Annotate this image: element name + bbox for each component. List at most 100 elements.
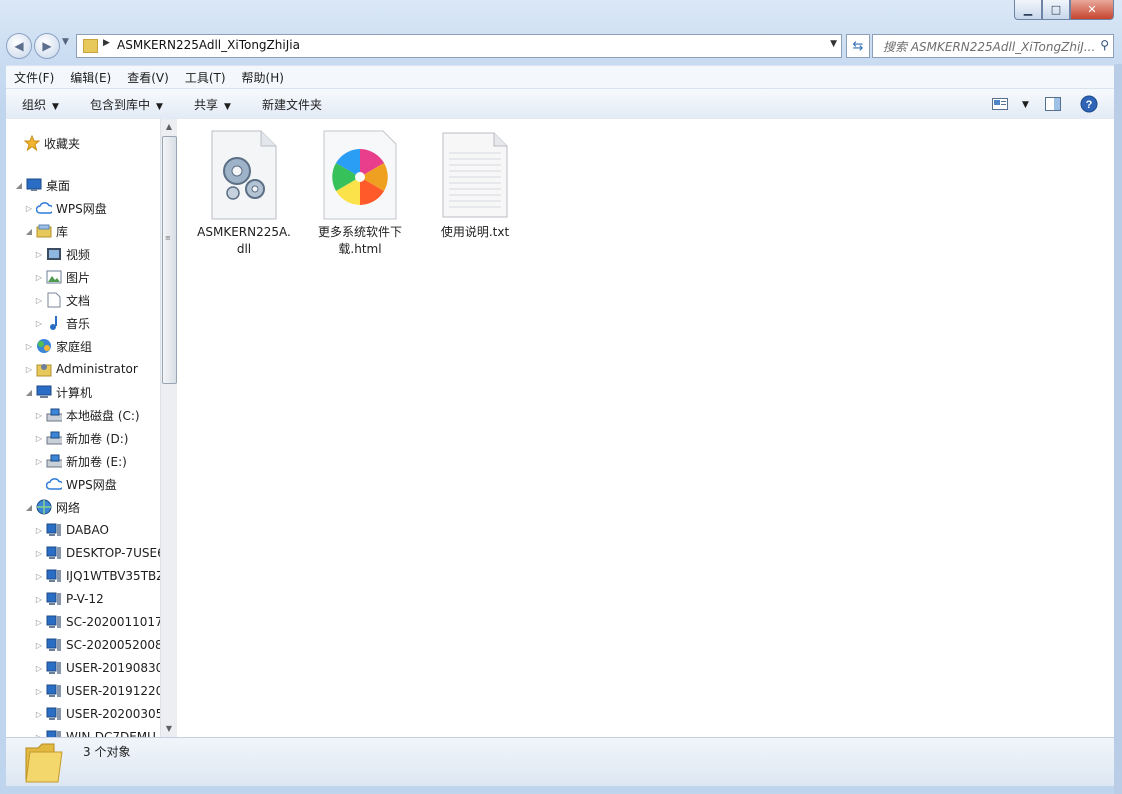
nav-item[interactable]: ▷ 家庭组 [24, 336, 92, 356]
star-icon [24, 135, 40, 151]
address-dropdown-icon[interactable]: ▼ [830, 39, 837, 49]
menu-file[interactable]: 文件(F) [6, 69, 62, 86]
menu-edit[interactable]: 编辑(E) [62, 69, 119, 86]
nav-item[interactable]: ▷ IJQ1WTBV35TBZ [34, 566, 160, 586]
back-button[interactable]: ◀ [6, 33, 32, 59]
nav-item-label: 音乐 [66, 316, 91, 331]
nav-item[interactable]: WPS网盘 [34, 474, 117, 494]
nav-scrollbar[interactable]: ▲ ≡ ▼ [160, 119, 177, 737]
file-list: ASMKERN225A. dll 更多系统软件下 载.html 使用说明.txt [177, 119, 1114, 737]
view-dropdown[interactable]: ▼ [1016, 96, 1029, 110]
command-bar: 组织 ▼ 包含到库中 ▼ 共享 ▼ 新建文件夹 ▼ ? [6, 88, 1114, 120]
expand-arrow-icon[interactable]: ▷ [34, 457, 44, 466]
nav-item[interactable]: ▷ WPS网盘 [24, 198, 107, 218]
nav-item-label: 视频 [66, 247, 91, 262]
expand-arrow-icon[interactable]: ▷ [34, 687, 44, 696]
expand-arrow-icon[interactable]: ▷ [34, 411, 44, 420]
file-item-dll[interactable]: ASMKERN225A. dll [189, 129, 299, 258]
expand-arrow-icon[interactable]: ▷ [34, 273, 44, 282]
expand-arrow-icon[interactable]: ▷ [34, 434, 44, 443]
file-item-txt[interactable]: 使用说明.txt [420, 129, 530, 241]
folder-icon [83, 39, 98, 53]
nav-item[interactable]: ▷ 新加卷 (E:) [34, 451, 127, 471]
expand-arrow-icon[interactable]: ▷ [34, 526, 44, 535]
preview-pane-button[interactable] [1043, 95, 1063, 113]
arrow-right-icon: ▶ [42, 39, 52, 53]
nav-item-label: SC-20200520083 [66, 638, 160, 652]
expand-arrow-icon[interactable]: ▷ [34, 710, 44, 719]
window-edge [1114, 64, 1122, 794]
nav-item[interactable]: ▷ 文档 [34, 290, 90, 310]
menu-view[interactable]: 查看(V) [119, 69, 177, 86]
nav-item[interactable]: ▷ USER-20191220I [34, 681, 160, 701]
nav-item[interactable]: ▷ USER-20200305I [34, 704, 160, 724]
organize-button[interactable]: 组织 ▼ [22, 96, 59, 113]
expand-arrow-icon[interactable]: ▷ [34, 296, 44, 305]
nav-item[interactable]: ▷ P-V-12 [34, 589, 104, 609]
cloud-icon [36, 200, 52, 216]
pc-icon [46, 729, 62, 737]
nav-item[interactable]: ▷ DABAO [34, 520, 109, 540]
recent-pages-dropdown[interactable]: ▼ [62, 37, 69, 47]
nav-item[interactable]: ▷ DESKTOP-7USE6 [34, 543, 160, 563]
help-button[interactable]: ? [1079, 95, 1099, 113]
menu-tools[interactable]: 工具(T) [177, 69, 234, 86]
breadcrumb-chevron-icon[interactable]: ▶ [103, 38, 110, 48]
expand-arrow-icon[interactable]: ◢ [24, 388, 34, 397]
expand-arrow-icon[interactable]: ▷ [34, 664, 44, 673]
minimize-button[interactable]: ▁ [1014, 0, 1042, 20]
scroll-up-icon[interactable]: ▲ [161, 119, 177, 135]
include-in-library-button[interactable]: 包含到库中 ▼ [90, 96, 163, 113]
search-input[interactable]: 搜索 ASMKERN225Adll_XiTongZhiJ... ⚲ [872, 34, 1114, 58]
nav-item[interactable]: ◢ 桌面 [14, 175, 70, 195]
nav-item[interactable]: ▷ 图片 [34, 267, 90, 287]
expand-arrow-icon[interactable]: ▷ [34, 618, 44, 627]
expand-arrow-icon[interactable]: ▷ [34, 641, 44, 650]
expand-arrow-icon[interactable]: ▷ [34, 733, 44, 738]
nav-item-label: USER-20200305I [66, 707, 160, 721]
scroll-grip-icon: ≡ [165, 234, 171, 242]
file-item-html[interactable]: 更多系统软件下 载.html [305, 129, 415, 258]
nav-item[interactable]: ◢ 计算机 [24, 382, 92, 402]
expand-arrow-icon[interactable]: ▷ [34, 595, 44, 604]
share-button[interactable]: 共享 ▼ [194, 96, 231, 113]
scroll-thumb[interactable] [162, 136, 177, 384]
expand-arrow-icon[interactable]: ◢ [24, 503, 34, 512]
nav-item[interactable]: ▷ 本地磁盘 (C:) [34, 405, 140, 425]
expand-arrow-icon[interactable]: ◢ [14, 181, 24, 190]
expand-arrow-icon[interactable]: ▷ [24, 204, 34, 213]
nav-item[interactable]: ▷ 新加卷 (D:) [34, 428, 128, 448]
expand-arrow-icon[interactable]: ▷ [24, 365, 34, 374]
nav-item[interactable]: ▷ USER-20190830I [34, 658, 160, 678]
nav-item[interactable]: 收藏夹 [22, 133, 80, 153]
expand-arrow-icon[interactable]: ▷ [24, 342, 34, 351]
nav-item[interactable]: ◢ 网络 [24, 497, 80, 517]
search-icon[interactable]: ⚲ [1100, 38, 1109, 52]
scroll-down-icon[interactable]: ▼ [161, 721, 177, 737]
pc-icon [46, 568, 62, 584]
nav-item[interactable]: ▷ SC-20200110174 [34, 612, 160, 632]
expand-arrow-icon[interactable]: ▷ [34, 549, 44, 558]
explorer-window: ▁ □ ✕ ◀ ▶ ▼ ▶ ASMKERN225Adll_XiTongZhiJi… [0, 0, 1122, 794]
nav-item[interactable]: ▷ 视频 [34, 244, 90, 264]
nav-item-label: 图片 [66, 270, 91, 285]
new-folder-button[interactable]: 新建文件夹 [262, 96, 322, 113]
maximize-button[interactable]: □ [1042, 0, 1070, 20]
expand-arrow-icon[interactable]: ▷ [34, 250, 44, 259]
expand-arrow-icon[interactable]: ◢ [24, 227, 34, 236]
view-options-button[interactable] [990, 95, 1010, 113]
file-name-line-2: 载.html [338, 242, 382, 256]
menu-help[interactable]: 帮助(H) [234, 69, 292, 86]
nav-item[interactable]: ▷ Administrator [24, 359, 138, 379]
expand-arrow-icon[interactable]: ▷ [34, 572, 44, 581]
breadcrumb[interactable]: ASMKERN225Adll_XiTongZhiJia [117, 38, 300, 52]
expand-arrow-icon[interactable]: ▷ [34, 319, 44, 328]
forward-button[interactable]: ▶ [34, 33, 60, 59]
nav-item[interactable]: ◢ 库 [24, 221, 68, 241]
nav-item[interactable]: ▷ WIN-DC7DEMU [34, 727, 156, 737]
nav-item[interactable]: ▷ SC-20200520083 [34, 635, 160, 655]
refresh-button[interactable]: ⇆ [846, 34, 870, 58]
nav-item[interactable]: ▷ 音乐 [34, 313, 90, 333]
close-button[interactable]: ✕ [1070, 0, 1114, 20]
address-bar[interactable]: ▶ ASMKERN225Adll_XiTongZhiJia ▼ [76, 34, 842, 58]
